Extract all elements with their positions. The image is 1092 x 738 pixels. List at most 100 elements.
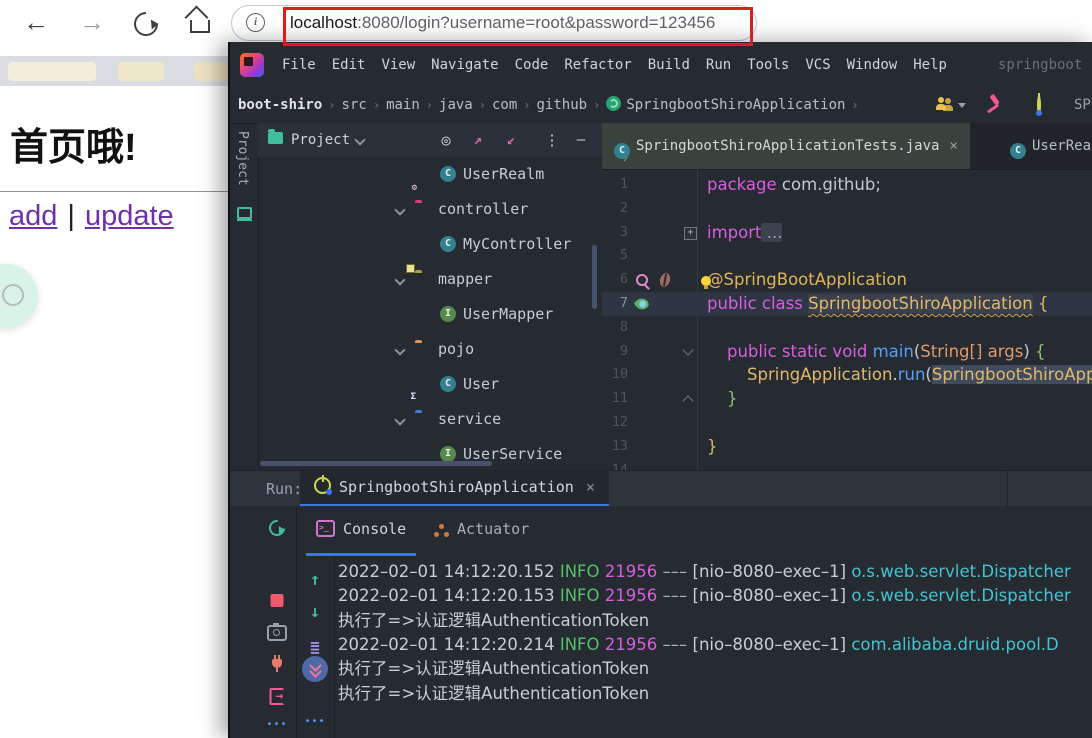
console-line[interactable]: 2022–02–01 14:12:20.214 INFO 21956 ––– [… [338, 633, 1092, 657]
menu-view[interactable]: View [373, 42, 423, 88]
code-line-9[interactable]: 9 public static void main(String[] args) … [602, 340, 1092, 364]
users-icon[interactable] [936, 97, 953, 110]
intellij-logo-icon[interactable] [240, 53, 264, 77]
tree-item-service[interactable]: service [258, 402, 602, 437]
tree-item-pojo[interactable]: pojo [258, 332, 602, 367]
expand-icon[interactable]: ↗ [468, 123, 488, 157]
code-line-8[interactable]: 8 [602, 316, 1092, 340]
menu-navigate[interactable]: Navigate [423, 42, 506, 88]
console-line[interactable]: 执行了=>认证逻辑AuthenticationToken [338, 609, 1092, 633]
search-gutter-icon[interactable] [636, 274, 648, 287]
menu-help[interactable]: Help [905, 42, 955, 88]
menu-edit[interactable]: Edit [324, 42, 374, 88]
console-line[interactable]: 2022–02–01 14:12:20.153 INFO 21956 ––– [… [338, 584, 1092, 608]
code-line-10[interactable]: 10 SpringApplication.run(SpringbootShiroA… [602, 363, 1092, 387]
code-line-13[interactable]: 13} [602, 435, 1092, 459]
chevron-down-icon[interactable] [394, 344, 406, 356]
tree-item-mycontroller[interactable]: C MyController [258, 227, 602, 262]
close-icon[interactable]: × [949, 138, 957, 154]
vertical-scrollbar[interactable] [592, 245, 597, 309]
close-icon[interactable]: × [586, 478, 595, 496]
code-line-14[interactable]: 14 [602, 459, 1092, 470]
power-icon[interactable] [1037, 95, 1041, 115]
menu-refactor[interactable]: Refactor [556, 42, 639, 88]
code-line-1[interactable]: 1 package com.github; [602, 173, 1092, 197]
tree-item-userrealm[interactable]: C UserRealm [258, 157, 602, 192]
breadcrumb-boot-shiro[interactable]: boot-shiro [238, 97, 322, 113]
code-line-2[interactable]: 2 [602, 197, 1092, 221]
up-icon[interactable]: ↑ [310, 570, 320, 590]
options-icon[interactable]: ⋮ [542, 123, 562, 157]
bookmark-item[interactable] [118, 62, 164, 81]
breadcrumb-main[interactable]: main [386, 97, 420, 113]
console-tab-console[interactable]: Console [306, 506, 417, 556]
tree-item-usermapper[interactable]: I UserMapper [258, 297, 602, 332]
fold-marker-icon[interactable] [684, 226, 697, 240]
tree-item-controller[interactable]: controller [258, 192, 602, 227]
exit-icon[interactable] [269, 688, 285, 705]
camera-icon[interactable] [267, 623, 287, 641]
menu-window[interactable]: Window [839, 42, 906, 88]
chevron-down-icon[interactable] [394, 414, 406, 426]
menu-vcs[interactable]: VCS [797, 42, 838, 88]
console-output[interactable]: 2022–02–01 14:12:20.152 INFO 21956 ––– [… [334, 556, 1092, 738]
breadcrumb-springbootshiroapplication[interactable]: SpringbootShiroApplication [626, 97, 845, 113]
code-area[interactable]: 1 package com.github; 2 3 import ... 5 6 @Sprin… [602, 169, 1092, 470]
hide-icon[interactable]: — [571, 123, 591, 157]
dropdown-icon[interactable] [958, 103, 966, 112]
leaf-gutter-icon[interactable] [633, 295, 651, 313]
menu-run[interactable]: Run [698, 42, 739, 88]
plug-icon[interactable] [272, 655, 282, 672]
scrollend-icon[interactable] [302, 656, 328, 682]
breadcrumb-java[interactable]: java [439, 97, 473, 113]
fold-marker-icon[interactable] [682, 343, 694, 356]
down-icon[interactable]: ↓ [310, 602, 320, 622]
bookmark-item[interactable] [194, 62, 228, 81]
target-icon[interactable]: ◎ [436, 123, 456, 157]
run-gutter-icon[interactable] [636, 345, 652, 361]
menu-file[interactable]: File [274, 42, 324, 88]
menu-build[interactable]: Build [640, 42, 698, 88]
tree-item-mapper[interactable]: mapper [258, 262, 602, 297]
floating-widget[interactable] [0, 264, 38, 328]
bookmark-item[interactable] [8, 62, 96, 81]
editor-tab-2[interactable]: C UserRealm.java [998, 123, 1092, 169]
reload-icon[interactable] [129, 7, 163, 41]
run-configuration-tab[interactable]: SpringbootShiroApplication × [300, 471, 609, 507]
more-icon[interactable]: ••• [304, 716, 325, 727]
breadcrumb-com[interactable]: com [492, 97, 517, 113]
code-line-5[interactable]: 5 [602, 244, 1092, 268]
more-icon[interactable]: ••• [266, 719, 287, 730]
menu-code[interactable]: Code [507, 42, 557, 88]
code-line-7[interactable]: 7 public class SpringbootShiroApplication… [602, 292, 1092, 316]
code-line-11[interactable]: 11} [602, 387, 1092, 411]
project-panel-title[interactable]: Project [291, 123, 350, 157]
breadcrumb-github[interactable]: github [537, 97, 588, 113]
forward-icon[interactable]: → [78, 8, 106, 36]
collapse-icon[interactable]: ↙ [501, 123, 521, 157]
console-line[interactable]: 执行了=>认证逻辑AuthenticationToken [338, 657, 1092, 681]
home-icon[interactable] [190, 20, 210, 33]
editor-tab-1[interactable]: C ✓ SpringbootShiroApplicationTests.java × [602, 123, 970, 169]
menu-tools[interactable]: Tools [739, 42, 797, 88]
back-icon[interactable]: ← [22, 8, 50, 36]
update-link[interactable]: update [85, 200, 174, 232]
console-line[interactable]: 执行了=>认证逻辑AuthenticationToken [338, 682, 1092, 706]
add-link[interactable]: add [9, 200, 57, 232]
softwrap-icon[interactable]: ≣ [310, 638, 320, 657]
tree-item-user[interactable]: C User [258, 367, 602, 402]
hammer-icon[interactable] [983, 96, 1004, 117]
bean-gutter-icon[interactable] [658, 271, 672, 289]
code-line-6[interactable]: 6 @SpringBootApplication [602, 268, 1092, 292]
console-line[interactable]: 2022–02–01 14:12:20.152 INFO 21956 ––– [… [338, 560, 1092, 584]
fold-marker-icon[interactable] [682, 395, 694, 407]
console-tab-actuator[interactable]: Actuator [424, 506, 539, 553]
chevron-down-icon[interactable] [394, 274, 406, 286]
toolproject-icon[interactable] [237, 207, 252, 221]
code-line-12[interactable]: 12 [602, 411, 1092, 435]
run-gutter-icon[interactable] [660, 297, 676, 313]
rerun-icon[interactable] [265, 516, 289, 540]
stop-icon[interactable] [270, 594, 284, 607]
chevron-down-icon[interactable] [394, 204, 406, 216]
info-icon[interactable]: i [246, 13, 265, 32]
